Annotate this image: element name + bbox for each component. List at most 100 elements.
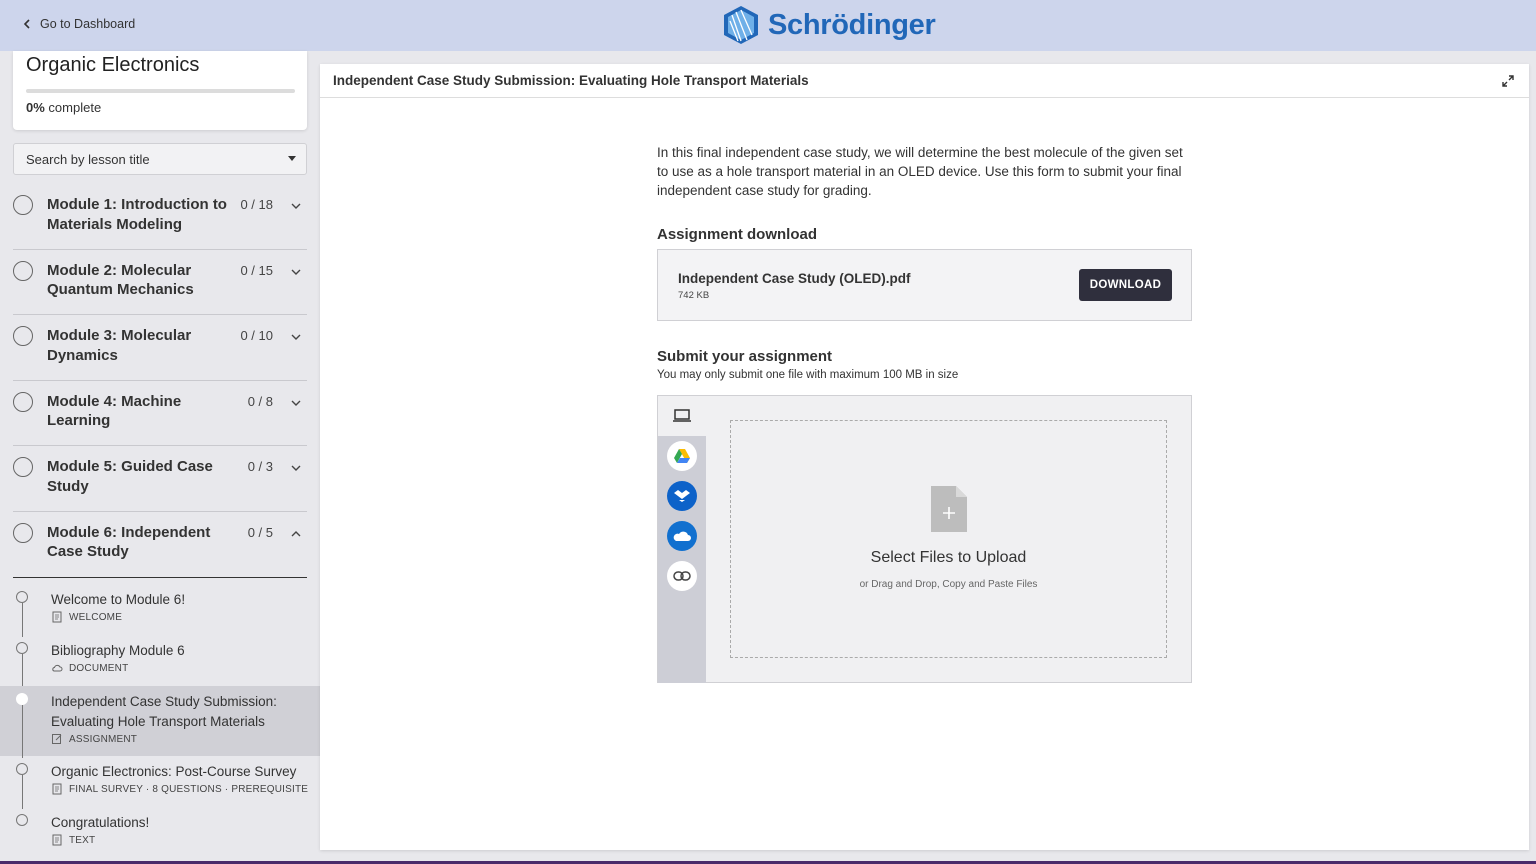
chevron-down-icon <box>291 400 301 406</box>
lesson-connector <box>21 705 23 758</box>
module-list: Module 1: Introduction to Materials Mode… <box>13 184 307 578</box>
lesson-connector <box>21 603 23 637</box>
module-item-1[interactable]: Module 1: Introduction to Materials Mode… <box>13 184 307 250</box>
dropbox-icon <box>674 490 690 502</box>
file-uploader: Select Files to Upload or Drag and Drop,… <box>657 395 1192 683</box>
module-status-circle-icon <box>13 457 33 478</box>
lesson-connector <box>21 775 23 809</box>
module-title: Module 3: Molecular Dynamics <box>47 327 192 364</box>
module-item-3[interactable]: Module 3: Molecular Dynamics 0 / 10 <box>13 315 307 381</box>
chevron-up-icon <box>291 530 301 537</box>
module-count: 0 / 15 <box>240 262 273 278</box>
course-sidebar: Organic Electronics 0% complete Search b… <box>0 51 320 864</box>
module-count: 0 / 10 <box>240 328 273 344</box>
assignment-content: In this final independent case study, we… <box>657 143 1192 683</box>
computer-icon <box>673 409 691 422</box>
lesson-item-case-study-submission[interactable]: Independent Case Study Submission: Evalu… <box>0 686 320 758</box>
lesson-search-placeholder: Search by lesson title <box>26 151 150 167</box>
link-icon <box>673 571 691 581</box>
schrodinger-logo-icon <box>724 6 758 44</box>
submit-note: You may only submit one file with maximu… <box>657 369 959 381</box>
progress-value: 0% <box>26 100 45 115</box>
chevron-left-icon <box>23 19 30 29</box>
lesson-type: ASSIGNMENT <box>69 733 138 745</box>
source-link-button[interactable] <box>667 561 697 591</box>
file-add-icon <box>931 486 967 532</box>
brand-logo: Schrödinger <box>722 5 936 45</box>
download-button[interactable]: DOWNLOAD <box>1079 269 1172 301</box>
lesson-search-select[interactable]: Search by lesson title <box>13 143 307 175</box>
lesson-title: Organic Electronics: Post-Course Survey <box>51 764 297 779</box>
course-title: Organic Electronics <box>26 54 200 76</box>
module-title: Module 4: Machine Learning <box>47 392 182 430</box>
source-computer-button[interactable] <box>667 401 697 431</box>
lesson-meta: TEXT <box>51 834 95 846</box>
module-count: 0 / 3 <box>247 459 273 475</box>
lesson-title: Welcome to Module 6! <box>51 592 186 607</box>
module-status-circle-icon <box>13 522 33 543</box>
module-item-5[interactable]: Module 5: Guided Case Study 0 / 3 <box>13 446 307 512</box>
lesson-status-circle-icon <box>16 642 28 654</box>
google-drive-icon <box>674 449 690 463</box>
chevron-down-icon <box>291 269 301 275</box>
lesson-title: Independent Case Study Submission: Evalu… <box>51 694 277 729</box>
go-to-dashboard-label: Go to Dashboard <box>40 17 136 31</box>
upload-source-bar <box>658 436 706 683</box>
module-status-circle-icon <box>13 326 33 347</box>
caret-down-icon <box>288 156 296 161</box>
lesson-list: Welcome to Module 6! WELCOME Bibliograph… <box>0 584 320 858</box>
drag-drop-hint: or Drag and Drop, Copy and Paste Files <box>859 579 1038 590</box>
lesson-type: DOCUMENT <box>69 662 129 674</box>
download-heading: Assignment download <box>657 226 818 243</box>
module-title: Module 1: Introduction to Materials Mode… <box>47 196 227 233</box>
download-file-size: 742 KB <box>678 290 710 301</box>
document-icon <box>52 611 62 623</box>
go-to-dashboard-link[interactable]: Go to Dashboard <box>22 17 135 31</box>
module-status-circle-icon <box>13 391 33 412</box>
lesson-status-circle-icon <box>16 814 28 826</box>
chevron-down-icon <box>291 203 301 209</box>
source-google-drive-button[interactable] <box>667 441 697 471</box>
file-drop-zone[interactable]: Select Files to Upload or Drag and Drop,… <box>730 420 1167 658</box>
source-onedrive-button[interactable] <box>667 521 697 551</box>
select-files-label: Select Files to Upload <box>870 549 1027 566</box>
module-item-6[interactable]: Module 6: Independent Case Study 0 / 5 <box>13 512 307 578</box>
lesson-header-title: Independent Case Study Submission: Evalu… <box>333 73 809 88</box>
document-icon <box>52 834 62 846</box>
submit-heading: Submit your assignment <box>657 348 833 365</box>
lesson-status-circle-icon <box>16 693 28 705</box>
assignment-intro: In this final independent case study, we… <box>657 145 1183 198</box>
lesson-item-bibliography[interactable]: Bibliography Module 6 DOCUMENT <box>0 635 320 688</box>
top-bar: Go to Dashboard Schrödinger <box>0 0 1536 51</box>
cloud-icon <box>52 664 63 672</box>
module-status-circle-icon <box>13 195 33 215</box>
lesson-meta: FINAL SURVEY · 8 QUESTIONS · PREREQUISIT… <box>51 783 308 795</box>
expand-icon[interactable] <box>1501 74 1515 88</box>
lesson-item-post-course-survey[interactable]: Organic Electronics: Post-Course Survey … <box>0 756 320 809</box>
module-status-circle-icon <box>13 260 33 281</box>
module-title: Module 5: Guided Case Study <box>47 458 213 495</box>
lesson-meta: DOCUMENT <box>51 662 128 674</box>
lesson-type: WELCOME <box>69 611 123 623</box>
brand-name: Schrödinger <box>768 8 936 41</box>
module-item-4[interactable]: Module 4: Machine Learning 0 / 8 <box>13 381 307 447</box>
lesson-meta: WELCOME <box>51 611 122 623</box>
document-icon <box>52 783 62 795</box>
progress-suffix: complete <box>48 100 102 115</box>
lesson-content-panel: Independent Case Study Submission: Evalu… <box>320 64 1529 850</box>
course-card: Organic Electronics 0% complete <box>13 51 307 130</box>
source-dropbox-button[interactable] <box>667 481 697 511</box>
module-count: 0 / 8 <box>247 393 273 409</box>
lesson-status-circle-icon <box>16 763 28 775</box>
download-box: Independent Case Study (OLED).pdf 742 KB… <box>657 249 1192 321</box>
onedrive-icon <box>673 531 691 541</box>
lesson-type: FINAL SURVEY · 8 QUESTIONS · PREREQUISIT… <box>69 783 309 795</box>
course-progress-bar <box>26 89 295 93</box>
chevron-down-icon <box>291 465 301 472</box>
module-count: 0 / 18 <box>240 197 273 212</box>
module-title: Module 2: Molecular Quantum Mechanics <box>47 261 194 299</box>
module-item-2[interactable]: Module 2: Molecular Quantum Mechanics 0 … <box>13 250 307 316</box>
lesson-item-welcome[interactable]: Welcome to Module 6! WELCOME <box>0 584 320 637</box>
lesson-connector <box>21 654 23 688</box>
lesson-item-congratulations[interactable]: Congratulations! TEXT <box>0 807 320 858</box>
